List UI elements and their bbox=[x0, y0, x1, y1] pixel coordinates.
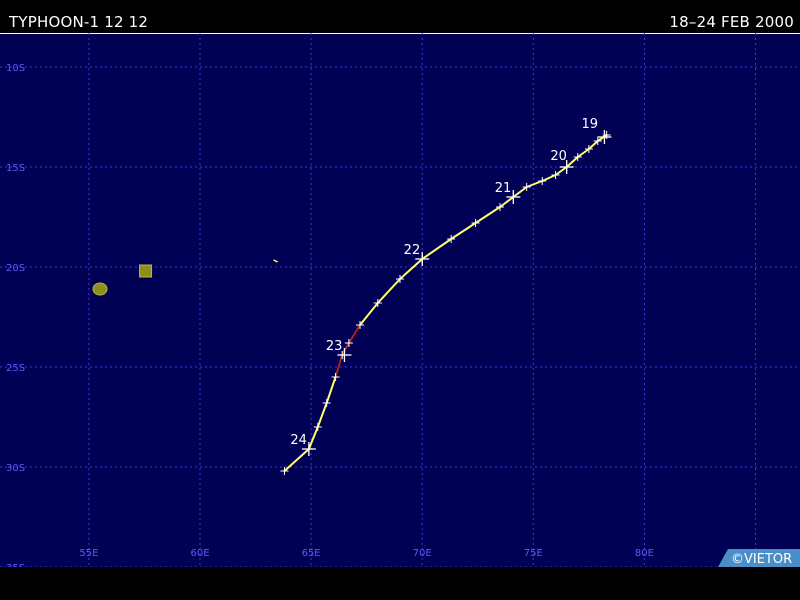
lon-label: 65E bbox=[302, 548, 321, 559]
lon-label: 60E bbox=[190, 548, 209, 559]
lon-label: 70E bbox=[413, 548, 432, 559]
lat-label: 30S bbox=[6, 463, 25, 474]
lon-label: 80E bbox=[635, 548, 654, 559]
lat-label: 15S bbox=[6, 163, 25, 174]
day-label: 22 bbox=[404, 243, 421, 258]
day-label: 20 bbox=[550, 149, 567, 164]
bottom-bar bbox=[0, 567, 800, 600]
lat-label: 10S bbox=[6, 63, 25, 74]
day-label: 21 bbox=[495, 181, 512, 196]
credit-badge: ©VIETOR bbox=[718, 549, 800, 567]
day-label: 24 bbox=[290, 433, 307, 448]
lon-label: 75E bbox=[524, 548, 543, 559]
mauritius-island bbox=[139, 264, 153, 278]
lon-label: 55E bbox=[79, 548, 98, 559]
ocean-background bbox=[0, 33, 800, 567]
day-label: 19 bbox=[581, 117, 598, 132]
day-label: 23 bbox=[326, 339, 343, 354]
lat-label: 20S bbox=[6, 263, 25, 274]
reunion-island bbox=[92, 282, 108, 296]
credit-text: ©VIETOR bbox=[731, 552, 792, 567]
lat-label: 25S bbox=[6, 363, 25, 374]
track-map-viewer: TYPHOON-1 12 12 18–24 FEB 2000 10S 15S 20S… bbox=[0, 0, 800, 600]
storm-track-map: 10S15S20S25S30S35S55E60E65E70E75E80E85E … bbox=[0, 33, 800, 574]
